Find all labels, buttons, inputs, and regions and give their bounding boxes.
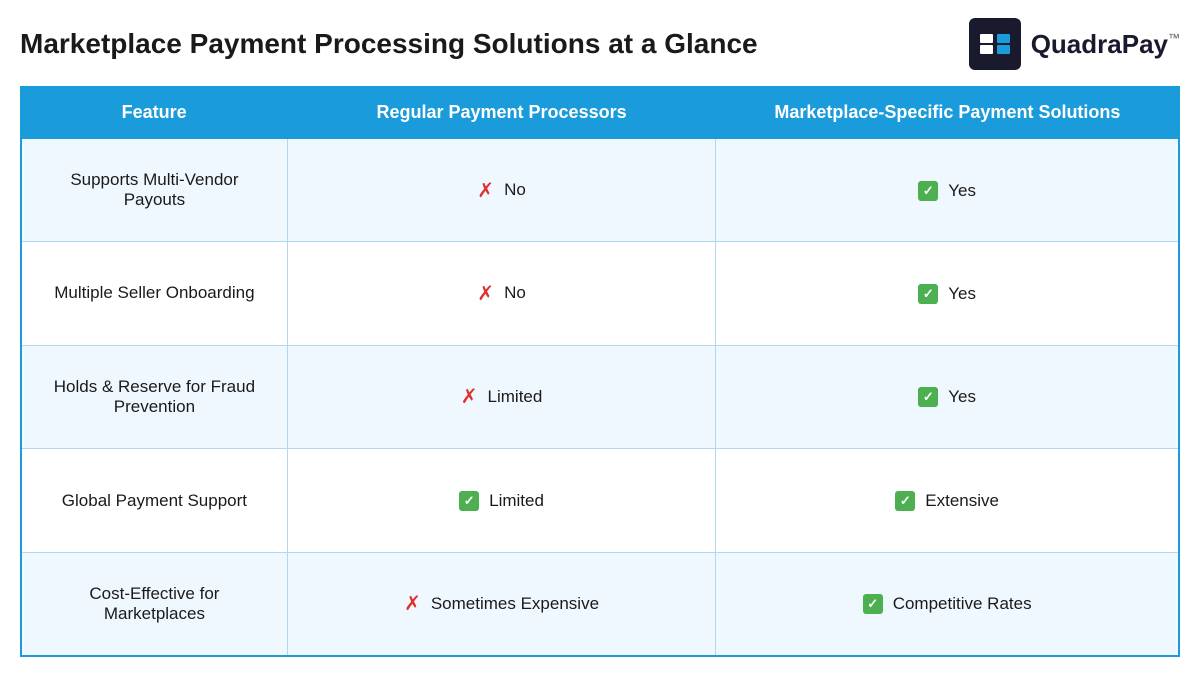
x-icon: ✗ bbox=[477, 178, 494, 203]
table-row-marketplace-1: ✓Yes bbox=[716, 242, 1179, 346]
header: Marketplace Payment Processing Solutions… bbox=[20, 18, 1180, 70]
check-icon: ✓ bbox=[918, 387, 938, 407]
check-icon: ✓ bbox=[918, 181, 938, 201]
table-row-regular-3: ✓Limited bbox=[287, 449, 715, 553]
table-row-regular-2: ✗Limited bbox=[287, 345, 715, 449]
check-icon: ✓ bbox=[918, 284, 938, 304]
comparison-table: Feature Regular Payment Processors Marke… bbox=[20, 86, 1180, 657]
table-row-feature-4: Cost-Effective for Marketplaces bbox=[21, 552, 287, 656]
check-icon: ✓ bbox=[895, 491, 915, 511]
check-icon: ✓ bbox=[863, 594, 883, 614]
page-title: Marketplace Payment Processing Solutions… bbox=[20, 27, 758, 61]
table-row-marketplace-2: ✓Yes bbox=[716, 345, 1179, 449]
logo-container: QuadraPay™ bbox=[969, 18, 1180, 70]
table-row-regular-1: ✗No bbox=[287, 242, 715, 346]
check-icon: ✓ bbox=[459, 491, 479, 511]
table-row-feature-3: Global Payment Support bbox=[21, 449, 287, 553]
x-icon: ✗ bbox=[404, 591, 421, 616]
table-row-feature-0: Supports Multi-Vendor Payouts bbox=[21, 138, 287, 242]
table-row-marketplace-3: ✓Extensive bbox=[716, 449, 1179, 553]
table-row-marketplace-4: ✓Competitive Rates bbox=[716, 552, 1179, 656]
table-row-feature-2: Holds & Reserve for Fraud Prevention bbox=[21, 345, 287, 449]
table-row-regular-4: ✗Sometimes Expensive bbox=[287, 552, 715, 656]
col-header-marketplace: Marketplace-Specific Payment Solutions bbox=[716, 87, 1179, 138]
table-row-marketplace-0: ✓Yes bbox=[716, 138, 1179, 242]
col-header-feature: Feature bbox=[21, 87, 287, 138]
table-row-regular-0: ✗No bbox=[287, 138, 715, 242]
x-icon: ✗ bbox=[477, 281, 494, 306]
logo-text: QuadraPay™ bbox=[1031, 29, 1180, 60]
table-row-feature-1: Multiple Seller Onboarding bbox=[21, 242, 287, 346]
page-wrapper: Marketplace Payment Processing Solutions… bbox=[0, 0, 1200, 675]
quadrapay-logo-icon bbox=[969, 18, 1021, 70]
col-header-regular: Regular Payment Processors bbox=[287, 87, 715, 138]
x-icon: ✗ bbox=[461, 384, 478, 409]
